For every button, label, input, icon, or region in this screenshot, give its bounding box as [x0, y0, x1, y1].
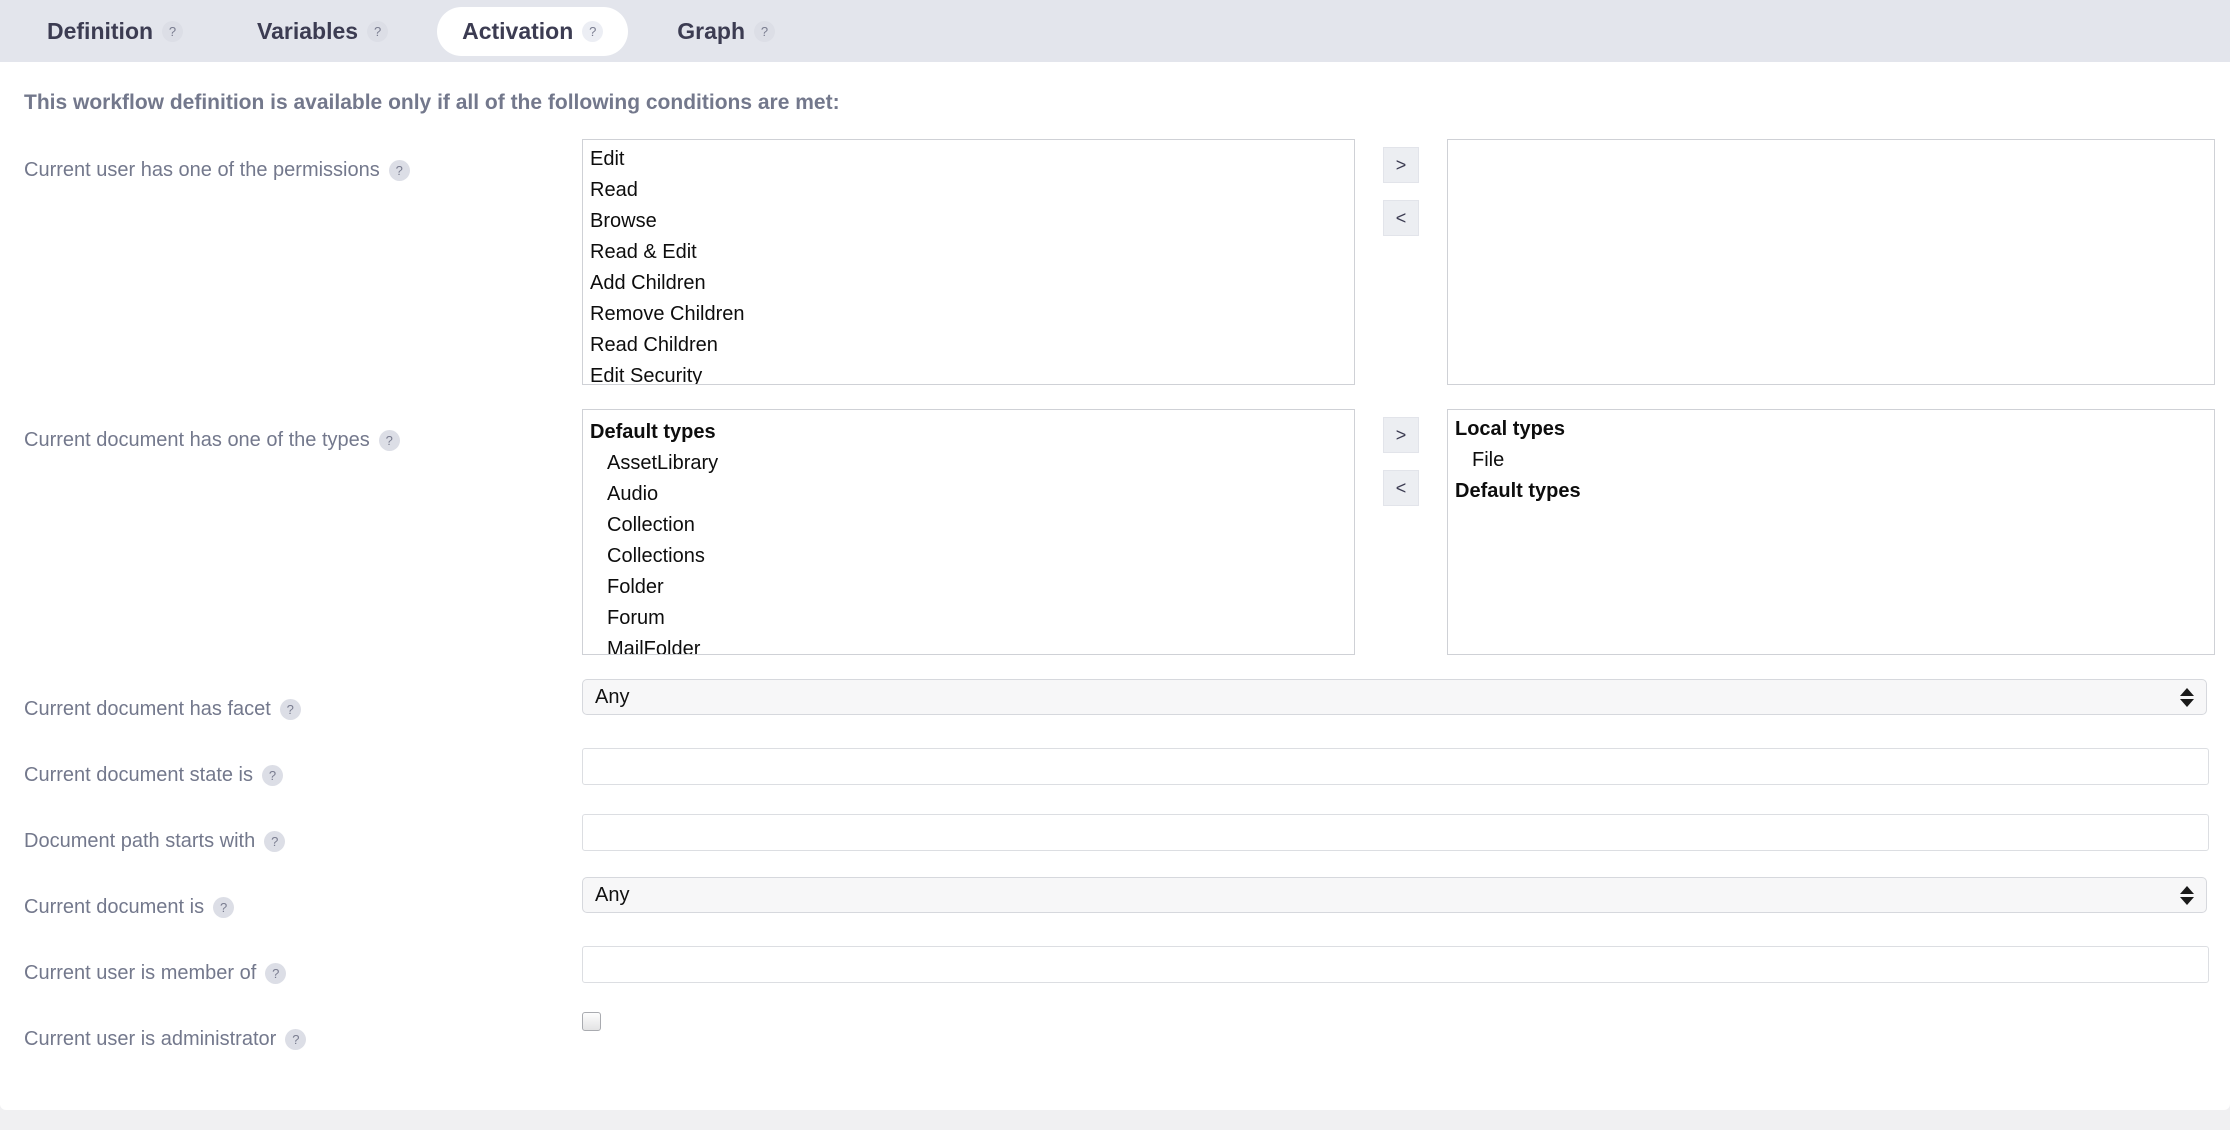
- help-icon[interactable]: ?: [367, 20, 389, 42]
- permissions-selected-list[interactable]: [1447, 139, 2215, 385]
- tab-graph[interactable]: Graph ?: [652, 7, 800, 56]
- list-item[interactable]: Add Children: [583, 268, 1354, 299]
- help-icon[interactable]: ?: [279, 699, 301, 720]
- path-field: [582, 811, 2230, 851]
- list-item[interactable]: Read: [583, 175, 1354, 206]
- list-item[interactable]: Read & Edit: [583, 237, 1354, 268]
- label-path-text: Document path starts with: [24, 830, 256, 852]
- row-administrator: Current user is administrator ?: [0, 1009, 2230, 1051]
- list-scroll-sliver: [583, 410, 1354, 417]
- label-member-of: Current user is member of ?: [24, 943, 582, 985]
- facet-field: Any: [582, 679, 2230, 715]
- tab-activation[interactable]: Activation ?: [437, 6, 629, 56]
- chevron-updown-icon: [2180, 885, 2194, 905]
- list-item[interactable]: Read Children: [583, 330, 1354, 361]
- row-state: Current document state is ?: [0, 745, 2230, 787]
- help-icon[interactable]: ?: [754, 20, 775, 42]
- facet-select[interactable]: Any: [582, 679, 2207, 715]
- label-member-of-text: Current user is member of: [24, 962, 257, 984]
- list-item[interactable]: AssetLibrary: [583, 448, 1354, 479]
- help-icon[interactable]: ?: [213, 897, 235, 918]
- tab-bar: Definition ? Variables ? Activation ? Gr…: [0, 0, 2230, 62]
- list-item[interactable]: Forum: [583, 603, 1354, 634]
- row-permissions: Current user has one of the permissions …: [0, 139, 2230, 385]
- row-path: Document path starts with ?: [0, 811, 2230, 853]
- label-types: Current document has one of the types ?: [24, 409, 582, 452]
- document-is-select-value: Any: [595, 883, 630, 906]
- list-item[interactable]: Browse: [583, 206, 1354, 237]
- list-item[interactable]: Default types: [1448, 476, 2214, 507]
- help-icon[interactable]: ?: [285, 1029, 307, 1050]
- label-document-is-text: Current document is: [24, 896, 205, 918]
- help-icon[interactable]: ?: [388, 160, 410, 181]
- help-icon[interactable]: ?: [378, 430, 400, 451]
- list-item[interactable]: MailFolder: [583, 634, 1354, 654]
- administrator-field: [582, 1009, 2230, 1031]
- label-administrator: Current user is administrator ?: [24, 1009, 582, 1051]
- row-document-is: Current document is ? Any: [0, 877, 2230, 919]
- tab-variables[interactable]: Variables ?: [232, 7, 413, 56]
- label-facet-text: Current document has facet: [24, 698, 271, 720]
- administrator-checkbox[interactable]: [582, 1012, 601, 1031]
- types-picker: Default types AssetLibrary Audio Collection…: [582, 409, 2230, 655]
- permissions-add-button[interactable]: >: [1383, 147, 1419, 183]
- row-member-of: Current user is member of ?: [0, 943, 2230, 985]
- help-icon[interactable]: ?: [265, 963, 287, 984]
- types-remove-button[interactable]: <: [1383, 470, 1419, 506]
- tab-definition[interactable]: Definition ?: [22, 7, 208, 56]
- member-of-input[interactable]: [582, 946, 2209, 983]
- label-state-text: Current document state is: [24, 764, 253, 786]
- label-document-is: Current document is ?: [24, 877, 582, 919]
- activation-panel: This workflow definition is available on…: [0, 62, 2230, 1110]
- label-types-text: Current document has one of the types: [24, 429, 370, 451]
- help-icon[interactable]: ?: [262, 765, 283, 786]
- document-is-field: Any: [582, 877, 2230, 913]
- label-state: Current document state is ?: [24, 745, 582, 787]
- tab-definition-label: Definition: [47, 17, 154, 44]
- list-item[interactable]: Collections: [583, 541, 1354, 572]
- facet-select-value: Any: [595, 685, 630, 708]
- tab-activation-label: Activation: [462, 17, 574, 44]
- label-permissions-text: Current user has one of the permissions: [24, 159, 380, 181]
- page-title: This workflow definition is available on…: [24, 91, 840, 114]
- list-item[interactable]: Local types: [1448, 414, 2214, 445]
- label-facet: Current document has facet ?: [24, 679, 582, 721]
- document-is-select[interactable]: Any: [582, 877, 2207, 913]
- help-icon[interactable]: ?: [264, 831, 286, 852]
- help-icon[interactable]: ?: [162, 20, 184, 42]
- member-of-field: [582, 943, 2230, 983]
- permissions-available-list[interactable]: Edit Read Browse Read & Edit Add Children Rem…: [582, 139, 1355, 385]
- label-path: Document path starts with ?: [24, 811, 582, 853]
- row-facet: Current document has facet ? Any: [0, 679, 2230, 721]
- chevron-updown-icon: [2180, 687, 2194, 707]
- help-icon[interactable]: ?: [582, 20, 604, 42]
- list-item[interactable]: Default types: [583, 417, 1354, 448]
- permissions-picker: Edit Read Browse Read & Edit Add Children Rem…: [582, 139, 2230, 385]
- state-input[interactable]: [582, 748, 2209, 785]
- permissions-transfer-buttons: > <: [1355, 139, 1447, 236]
- list-item[interactable]: Edit: [583, 144, 1354, 175]
- types-add-button[interactable]: >: [1383, 417, 1419, 453]
- list-item[interactable]: Collection: [583, 510, 1354, 541]
- types-available-list[interactable]: Default types AssetLibrary Audio Collection…: [582, 409, 1355, 655]
- label-permissions: Current user has one of the permissions …: [24, 139, 582, 182]
- types-selected-list[interactable]: Local types File Default types: [1447, 409, 2215, 655]
- list-item[interactable]: Edit Security: [583, 361, 1354, 384]
- row-types: Current document has one of the types ? …: [0, 409, 2230, 655]
- path-input[interactable]: [582, 814, 2209, 851]
- list-item[interactable]: File: [1448, 445, 2214, 476]
- list-item[interactable]: Folder: [583, 572, 1354, 603]
- tab-variables-label: Variables: [257, 17, 359, 44]
- permissions-remove-button[interactable]: <: [1383, 200, 1419, 236]
- list-item[interactable]: Remove Children: [583, 299, 1354, 330]
- label-administrator-text: Current user is administrator: [24, 1028, 277, 1050]
- list-item[interactable]: Audio: [583, 479, 1354, 510]
- state-field: [582, 745, 2230, 785]
- types-transfer-buttons: > <: [1355, 409, 1447, 506]
- tab-graph-label: Graph: [677, 17, 745, 44]
